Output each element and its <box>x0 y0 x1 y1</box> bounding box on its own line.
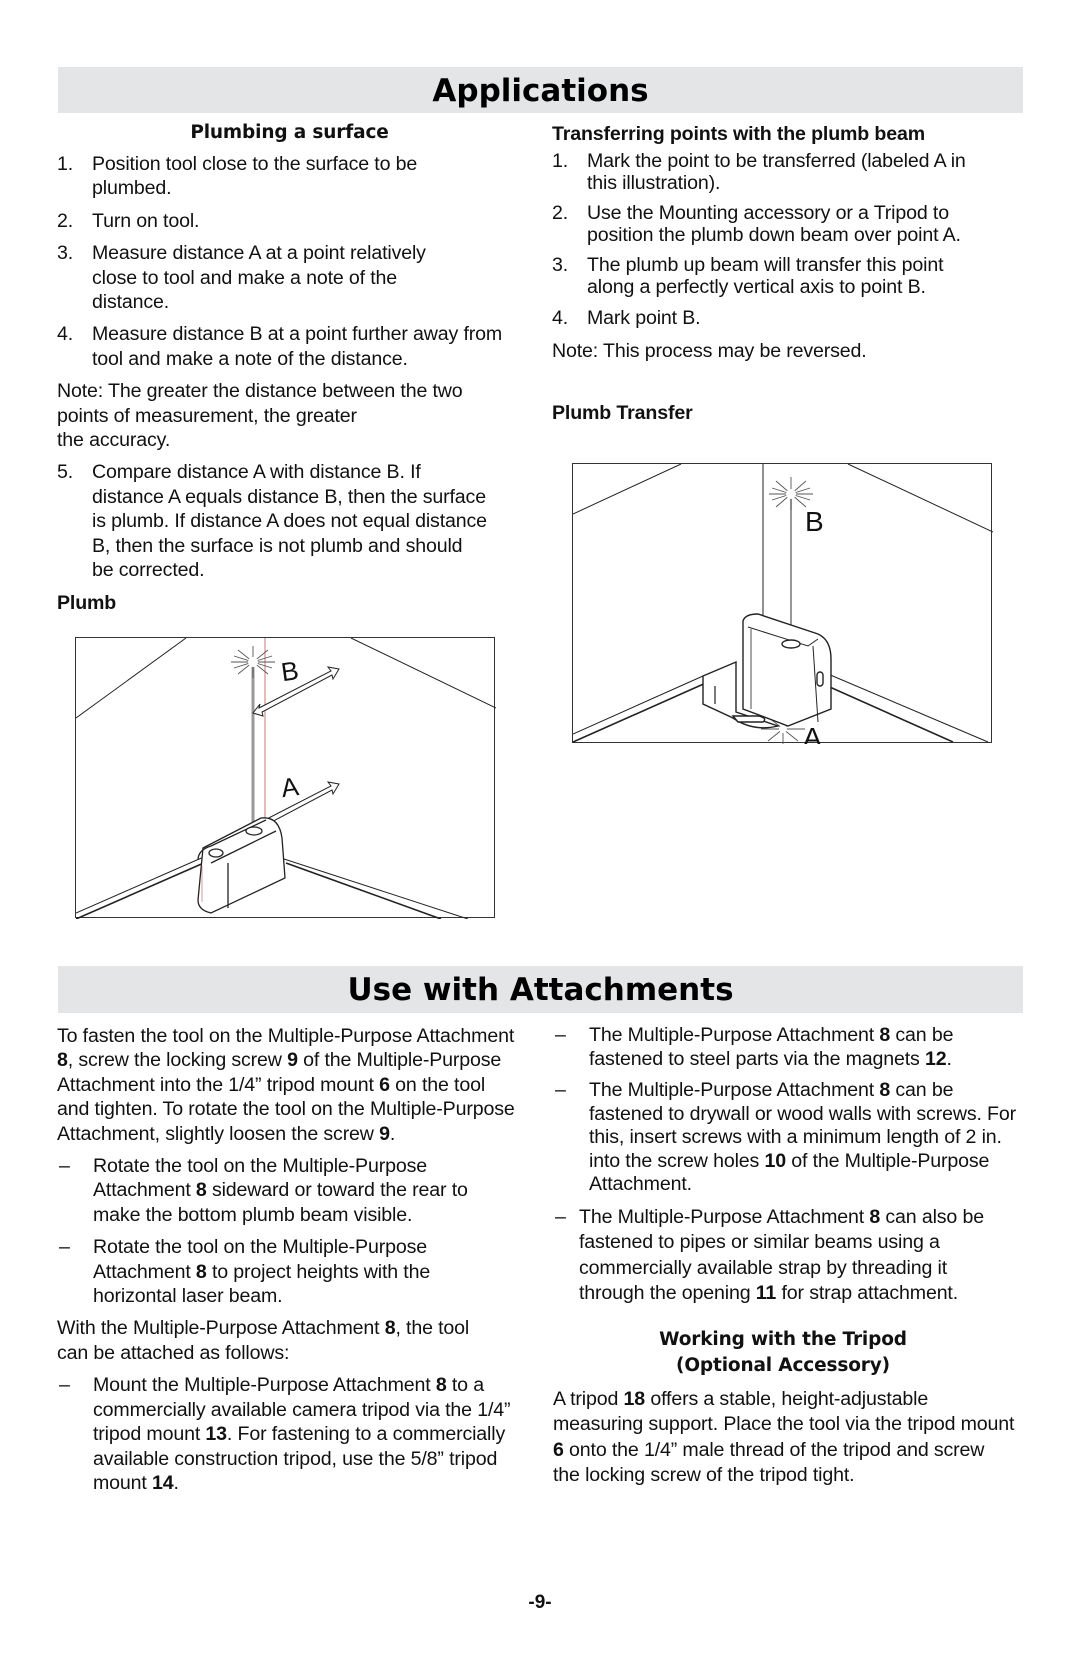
attachments-title: Use with Attachments <box>347 972 734 1008</box>
list-item: 2. Use the Mounting accessory or a Tripod… <box>552 202 961 247</box>
floor-edge-right <box>280 857 469 919</box>
list-item: 5. Compare distance A with distance B. If… <box>57 461 487 582</box>
laser-level-tool-icon <box>742 613 832 727</box>
list-item: 3. The plumb up beam will transfer this p… <box>552 254 944 299</box>
applications-section-header: Applications <box>58 67 1023 113</box>
floor-edge-left <box>76 855 207 914</box>
list-item: 2. Turn on tool. <box>57 209 200 232</box>
label-a: A <box>803 722 822 744</box>
list-item: – The Multiple-Purpose Attachment 8 can b… <box>555 1024 954 1070</box>
list-item: 1. Position tool close to the surface to … <box>57 153 418 200</box>
list-item: 1. Mark the point to be transferred (labe… <box>552 150 966 195</box>
list-item: 4. Mark point B. <box>552 307 701 330</box>
plumb-figure-caption: Plumb <box>57 591 117 614</box>
wall-edge-right <box>847 464 993 533</box>
attachments-intro: To fasten the tool on the Multiple-Purpo… <box>57 1025 515 1145</box>
plumbing-heading: Plumbing a surface <box>190 122 389 143</box>
fastening-list: – The Multiple-Purpose Attachment 8 can b… <box>553 1024 1023 1197</box>
attachments-section-header: Use with Attachments <box>58 966 1023 1013</box>
tripod-text: A tripod 18 offers a stable, height-adju… <box>553 1387 1015 1487</box>
label-b: B <box>279 655 300 687</box>
wall-edge-left <box>573 464 682 515</box>
attachments-left-column: To fasten the tool on the Multiple-Purpo… <box>57 1024 527 1503</box>
rotate-list: – Rotate the tool on the Multiple-Purpose… <box>57 1154 527 1308</box>
plumbing-section: Plumbing a surface 1. Position tool close… <box>57 120 522 615</box>
plumb-transfer-figure-caption: Plumb Transfer <box>552 402 693 425</box>
transferring-section: Transferring points with the plumb beam … <box>552 122 1022 426</box>
plumb-transfer-illustration: B A <box>573 464 993 744</box>
plumb-figure: B A <box>75 637 496 919</box>
list-item: 3. Measure distance A at a point relative… <box>57 242 426 314</box>
transferring-steps-list: 1. Mark the point to be transferred (labe… <box>552 150 1022 330</box>
tripod-heading: Working with the Tripod (Optional Access… <box>659 1328 907 1376</box>
list-item: – Mount the Multiple-Purpose Attachment 8… <box>59 1374 511 1494</box>
laser-level-tool-icon <box>197 817 286 914</box>
list-item: – The Multiple-Purpose Attachment 8 can a… <box>555 1205 984 1305</box>
with-attachment-text: With the Multiple-Purpose Attachment 8, … <box>57 1317 470 1364</box>
plumbing-step5-list: 5. Compare distance A with distance B. If… <box>57 460 522 582</box>
attachments-right-column: – The Multiple-Purpose Attachment 8 can b… <box>553 1024 1023 1497</box>
plumbing-steps-list: 1. Position tool close to the surface to … <box>57 152 522 371</box>
applications-title: Applications <box>432 73 649 109</box>
page-number: -9- <box>528 1592 552 1613</box>
wall-edge-right <box>350 638 496 709</box>
list-item: 4. Measure distance B at a point further … <box>57 323 503 370</box>
plumb-illustration: B A <box>76 638 496 919</box>
wall-edge-left <box>76 638 187 719</box>
plumbing-note: Note: The greater the distance between t… <box>57 380 463 452</box>
label-b: B <box>805 506 824 537</box>
list-item: – The Multiple-Purpose Attachment 8 can b… <box>555 1079 1016 1195</box>
plumb-transfer-figure: B A <box>572 463 993 744</box>
list-item: – Rotate the tool on the Multiple-Purpose… <box>59 1155 468 1226</box>
list-item: – Rotate the tool on the Multiple-Purpose… <box>59 1236 431 1308</box>
mount-list: – Mount the Multiple-Purpose Attachment 8… <box>57 1373 527 1495</box>
transferring-note: Note: This process may be reversed. <box>552 339 867 362</box>
transferring-heading: Transferring points with the plumb beam <box>552 123 925 145</box>
label-a: A <box>279 771 301 803</box>
strap-list: – The Multiple-Purpose Attachment 8 can a… <box>553 1205 1023 1307</box>
